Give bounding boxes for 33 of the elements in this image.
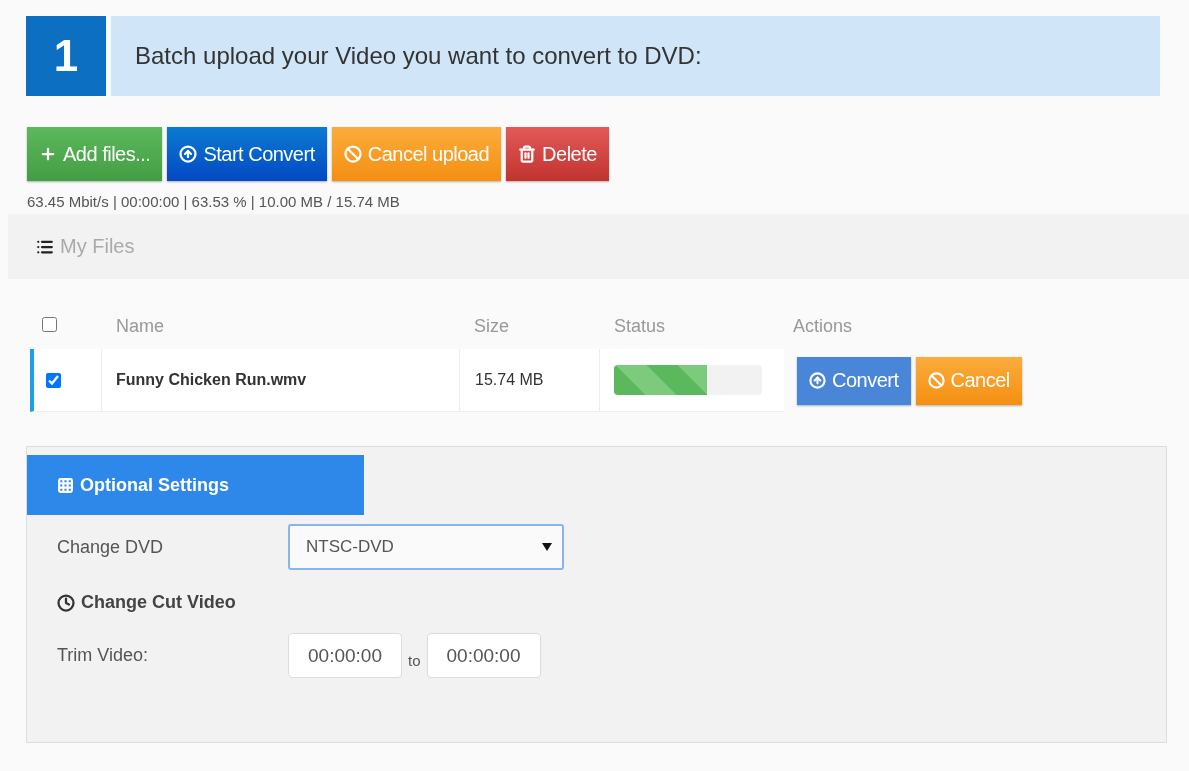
grid-icon — [57, 476, 74, 494]
add-button[interactable]: Add files... — [27, 127, 163, 181]
delete-button[interactable]: Delete — [506, 127, 609, 181]
convert-button[interactable]: Convert — [797, 356, 911, 405]
upload-icon — [809, 372, 826, 389]
end-time-field[interactable]: 00:00:00 — [426, 633, 541, 678]
ban-icon — [927, 372, 945, 389]
step-number: 1 — [26, 16, 106, 96]
start-time-field[interactable]: 00:00:00 — [288, 633, 402, 678]
section-title: My Files — [60, 235, 135, 258]
plus-icon — [39, 145, 57, 163]
column-header: Size — [474, 315, 510, 337]
row-checkbox[interactable] — [46, 372, 61, 388]
step-title: Batch upload your Video you want to convert to DVD: — [111, 16, 1160, 96]
ban-icon — [343, 145, 362, 163]
start-button[interactable]: Start Convert — [167, 127, 327, 181]
clock-icon — [57, 593, 75, 612]
dvd-select[interactable]: NTSC-DVD — [288, 524, 564, 570]
table-cell: Funny Chicken Run.wmv — [102, 349, 460, 411]
select-all-checkbox[interactable] — [42, 316, 57, 332]
column-header: Actions — [793, 315, 854, 337]
caret-icon — [542, 543, 552, 551]
column-header: Name — [116, 315, 165, 337]
separator-text: to — [408, 652, 421, 669]
table-cell: 15.74 MB — [460, 349, 600, 411]
trash-icon — [518, 145, 537, 163]
section-subtitle: Change Cut Video — [81, 592, 236, 613]
column-header: Status — [614, 315, 667, 337]
upload-stats: 63.45 Mbit/s | 00:00:00 | 63.53 % | 10.00 MB / 15.74 MB — [27, 193, 401, 210]
field-label: Change DVD — [57, 536, 165, 558]
upload-icon — [179, 145, 198, 163]
field-label: Trim Video: — [57, 645, 150, 666]
settings-tab[interactable]: Optional Settings — [27, 455, 364, 515]
